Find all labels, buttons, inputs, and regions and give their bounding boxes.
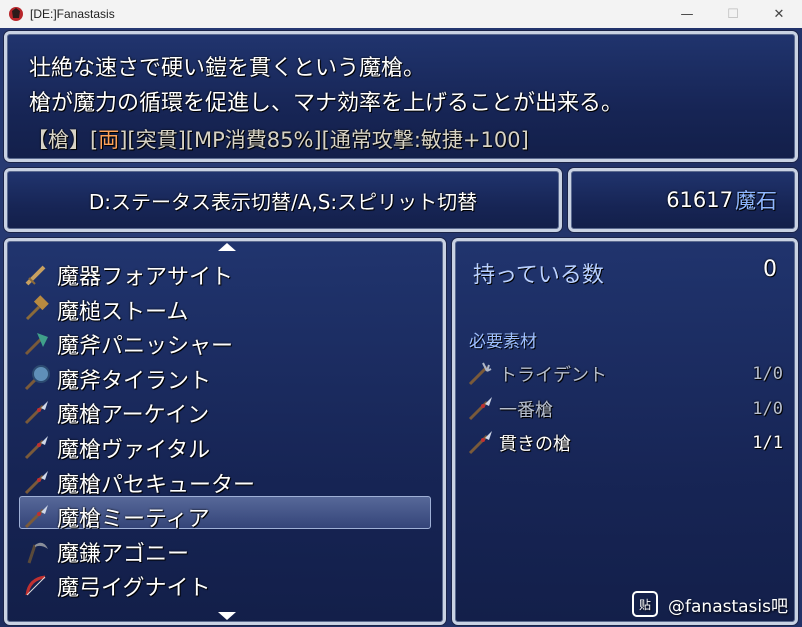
tag-bracket: [ [90,128,99,152]
scroll-down-arrow-icon[interactable] [218,612,236,620]
bow-icon [25,575,46,596]
material-row: 一番槍 1/0 [465,394,783,424]
list-item[interactable]: 魔槌ストーム [21,294,188,326]
material-quantity: 1/0 [752,364,783,384]
axe-icon [24,333,48,356]
tag-effects: ][突貫][MP消費85%][通常攻撃:敏捷+100] [119,128,529,152]
list-item-label: 魔斧パニッシャー [57,334,234,360]
detail-window: 持っている数 0 必要素材 トライデント 1/0 一番槍 1/0 貫きの槍 1/1 [452,238,798,625]
currency-unit: 魔石 [735,189,777,213]
list-item-label: 魔斧タイラント [57,368,212,394]
list-item[interactable]: 魔槍ミーティア [21,501,210,533]
help-window: D:ステータス表示切替/A,S:スピリット切替 [4,168,562,232]
material-quantity: 1/1 [752,433,783,453]
material-name: 貫きの槍 [499,434,571,455]
window-titlebar: [DE:]Fanastasis — ☐ ✕ [0,0,802,29]
list-item-label: 魔弓イグナイト [57,576,211,602]
owned-label: 持っている数 [473,263,604,288]
material-row: 貫きの槍 1/1 [465,428,783,458]
spear-icon [24,401,48,425]
list-item-label: 魔槍ヴァイタル [57,438,211,463]
list-item-label: 魔槍パセキューター [57,472,256,498]
material-quantity: 1/0 [752,398,783,419]
list-item-label: 魔器フォアサイト [57,265,234,290]
window-title: [DE:]Fanastasis [30,7,115,21]
spear-icon [468,431,492,455]
item-list-window: 魔器フォアサイト 魔槌ストーム魔斧パニッシャー 魔斧タイラント 魔槍アーケイン 魔槍ヴァ… [4,238,446,625]
list-item-label: 魔槍アーケイン [57,403,210,429]
list-item[interactable]: 魔器フォアサイト [21,259,233,291]
list-item[interactable]: 魔槍アーケイン [21,397,209,429]
list-item[interactable]: 魔斧タイラント [21,363,211,395]
watermark-text: @fanastasis吧 [668,596,788,617]
scroll-up-arrow-icon[interactable] [218,243,236,251]
spear-icon [24,505,48,529]
list-item-label: 魔鎌アゴニー [57,541,190,567]
material-name: 一番槍 [499,399,553,421]
scythe-icon [27,542,48,564]
app-icon [9,7,23,21]
list-item-label: 魔槌ストーム [57,299,189,325]
maximize-button[interactable]: ☐ [710,0,756,28]
list-item[interactable]: 魔槍パセキューター [21,467,255,499]
hammer-icon [25,294,49,320]
description-line-1: 壮絶な速さで硬い鎧を貫くという魔槍。 [29,56,426,81]
list-item[interactable]: 魔弓イグナイト [21,570,211,602]
list-item[interactable]: 魔槍ヴァイタル [21,432,210,464]
currency-window: 61617 魔石 [568,168,798,232]
close-button[interactable]: ✕ [756,0,802,28]
description-window: 壮絶な速さで硬い鎧を貫くという魔槍。 槍が魔力の循環を促進し、マナ効率を上げるこ… [4,31,798,162]
materials-heading: 必要素材 [469,332,537,352]
battleaxe-icon [24,364,50,390]
item-tags: 【槍】[両][突貫][MP消費85%][通常攻撃:敏捷+100] [27,124,529,154]
owned-count: 0 [763,257,777,282]
dagger-icon [25,265,46,286]
tag-weapon-type: 【槍】 [27,128,90,152]
help-text: D:ステータス表示切替/A,S:スピリット切替 [88,189,478,214]
material-name: トライデント [499,365,607,386]
watermark: 贴 @fanastasis吧 [632,591,788,617]
game-screen: 壮絶な速さで硬い鎧を貫くという魔槍。 槍が魔力の循環を促進し、マナ効率を上げるこ… [0,28,802,627]
currency-amount: 61617 [666,188,733,212]
spear-icon [24,436,48,460]
list-item[interactable]: 魔斧パニッシャー [21,328,233,360]
tag-two-handed: 両 [98,128,120,152]
description-line-2: 槍が魔力の循環を促進し、マナ効率を上げることが出来る。 [29,91,624,116]
spear-icon [468,396,492,420]
trident-icon [468,362,492,386]
list-item-label: 魔槍ミーティア [57,507,210,533]
minimize-button[interactable]: — [664,0,710,28]
material-row: トライデント 1/0 [465,359,783,389]
tieba-logo-icon: 贴 [632,591,659,617]
spear-icon [24,470,48,494]
list-item[interactable]: 魔鎌アゴニー [21,536,189,568]
